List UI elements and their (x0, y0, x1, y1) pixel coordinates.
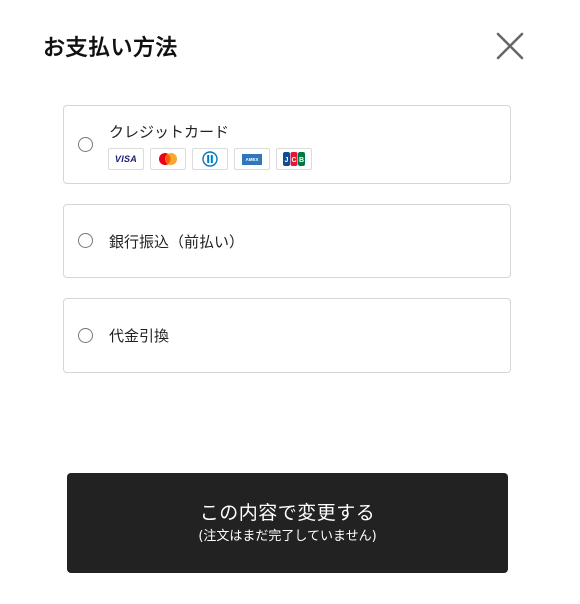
visa-icon: VISA (108, 148, 144, 170)
payment-option-cash-on-delivery[interactable]: 代金引換 (63, 298, 511, 373)
diners-icon (192, 148, 228, 170)
mastercard-icon (150, 148, 186, 170)
card-brands: VISA AMEX J C B (108, 148, 312, 170)
payment-option-label: クレジットカード (109, 123, 230, 141)
radio-credit-card[interactable] (78, 137, 93, 152)
amex-icon: AMEX (234, 148, 270, 170)
modal-title: お支払い方法 (43, 36, 179, 61)
confirm-button-label: この内容で変更する (199, 502, 376, 524)
radio-cash-on-delivery[interactable] (78, 328, 93, 343)
payment-option-label: 銀行振込（前払い） (109, 233, 245, 251)
close-button[interactable] (494, 30, 526, 62)
confirm-button-note: (注文はまだ完了していません) (198, 529, 377, 544)
confirm-change-button[interactable]: この内容で変更する (注文はまだ完了していません) (67, 473, 508, 573)
payment-option-bank-transfer[interactable]: 銀行振込（前払い） (63, 204, 511, 278)
payment-option-credit-card[interactable]: クレジットカード VISA AMEX J C B (63, 105, 511, 184)
svg-text:B: B (299, 157, 304, 164)
svg-text:C: C (291, 157, 296, 164)
visa-logo-text: VISA (114, 154, 138, 164)
svg-text:J: J (285, 157, 289, 164)
close-icon (496, 32, 524, 60)
payment-option-label: 代金引換 (109, 327, 170, 345)
jcb-icon: J C B (276, 148, 312, 170)
radio-bank-transfer[interactable] (78, 233, 93, 248)
